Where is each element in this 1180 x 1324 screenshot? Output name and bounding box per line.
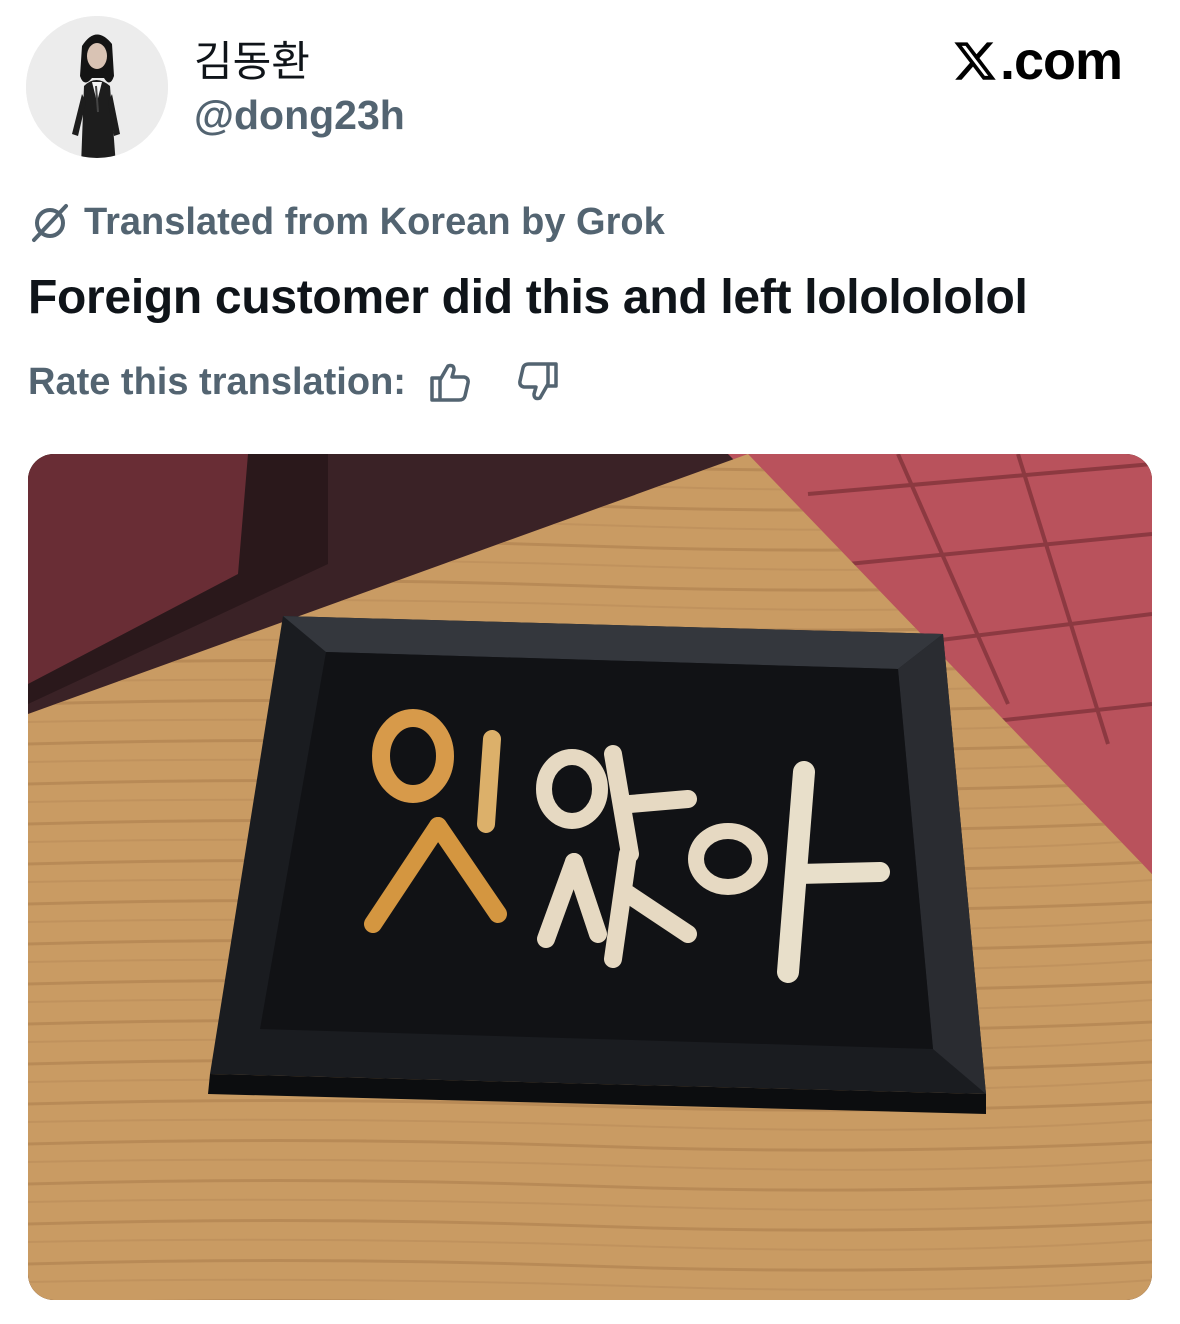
avatar[interactable] — [26, 16, 168, 158]
thumbs-up-icon — [430, 363, 470, 402]
rate-translation: Rate this translation: — [28, 358, 562, 406]
site-brand: .com — [952, 30, 1123, 92]
translation-notice-text: Translated from Korean by Grok — [84, 200, 665, 243]
rate-translation-label: Rate this translation: — [28, 360, 406, 403]
grok-icon — [32, 204, 68, 242]
tweet-photo[interactable] — [28, 454, 1152, 1300]
x-logo-icon — [954, 42, 996, 80]
thumbs-down-button[interactable] — [514, 358, 562, 406]
site-domain-label: .com — [999, 31, 1123, 91]
display-name[interactable]: 김동환 — [194, 28, 310, 89]
tweet-photo-image — [28, 454, 1152, 1300]
thumbs-down-icon — [518, 362, 558, 401]
user-handle[interactable]: @dong23h — [194, 92, 405, 139]
avatar-image — [26, 16, 168, 158]
thumbs-up-button[interactable] — [426, 358, 474, 406]
tweet-text: Foreign customer did this and left lolol… — [28, 271, 1028, 324]
translation-notice: Translated from Korean by Grok — [28, 200, 665, 244]
